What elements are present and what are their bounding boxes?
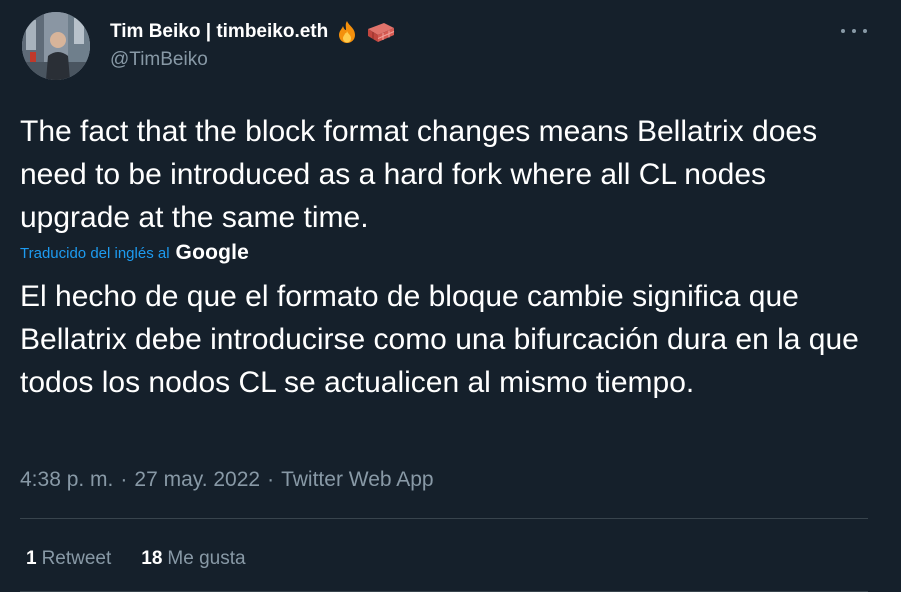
more-dot	[852, 29, 856, 33]
likes-count: 18	[141, 548, 163, 569]
likes-stat[interactable]: 18 Me gusta	[141, 548, 245, 570]
meta-separator: ·	[120, 468, 128, 491]
retweets-stat[interactable]: 1 Retweet	[26, 548, 111, 570]
tweet-time[interactable]: 4:38 p. m.	[20, 468, 113, 492]
google-logo: Google	[175, 241, 250, 264]
tweet-meta: 4:38 p. m. · 27 may. 2022 · Twitter Web …	[20, 466, 434, 494]
author-display-name[interactable]: Tim Beiko | timbeiko.eth	[110, 21, 328, 43]
tweet-source[interactable]: Twitter Web App	[281, 468, 434, 492]
translated-from-label[interactable]: Traducido del inglés al	[20, 245, 170, 262]
divider	[20, 518, 868, 519]
retweets-label: Retweet	[41, 548, 112, 569]
tweet-translated-text: El hecho de que el formato de bloque cam…	[20, 280, 859, 399]
author-name-line[interactable]: Tim Beiko | timbeiko.eth	[110, 19, 395, 45]
more-dot	[841, 29, 845, 33]
tweet-card: Tim Beiko | timbeiko.eth @TimBeiko The f	[0, 0, 901, 592]
author-handle[interactable]: @TimBeiko	[110, 49, 208, 71]
fire-emoji-icon	[334, 20, 360, 44]
more-dot	[863, 29, 867, 33]
retweets-count: 1	[26, 548, 37, 569]
translation-attribution[interactable]: Traducido del inglés al Google	[20, 240, 249, 266]
more-options-icon[interactable]	[841, 20, 867, 42]
likes-label: Me gusta	[167, 548, 246, 569]
avatar-photo-icon	[22, 12, 90, 80]
brick-emoji-icon	[366, 20, 395, 44]
avatar[interactable]	[22, 12, 90, 80]
tweet-original-text: The fact that the block format changes m…	[20, 115, 818, 234]
tweet-date[interactable]: 27 may. 2022	[134, 468, 260, 492]
tweet-stats: 1 Retweet 18 Me gusta	[26, 546, 246, 572]
meta-separator: ·	[267, 468, 275, 491]
